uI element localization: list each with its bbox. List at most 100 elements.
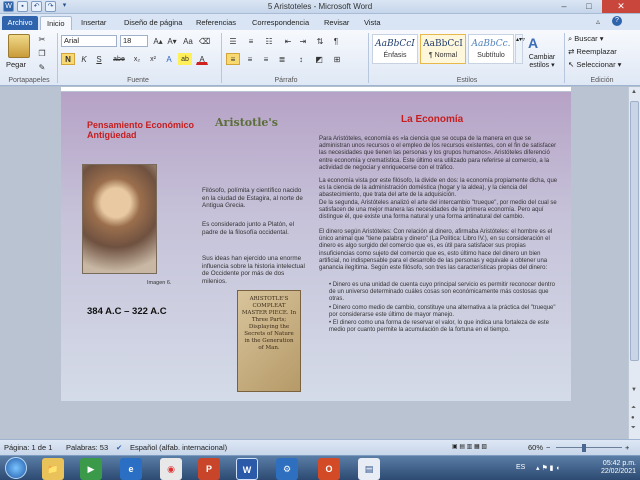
help-icon[interactable]: ? [612, 16, 622, 26]
format-painter-icon[interactable]: ✎ [36, 61, 48, 73]
scrollbar-thumb[interactable] [630, 101, 639, 361]
underline-button[interactable]: S [93, 53, 105, 65]
tab-revisar[interactable]: Revisar [318, 16, 355, 30]
group-label-paragraph: Párrafo [274, 77, 298, 84]
close-button[interactable]: ✕ [602, 0, 640, 13]
language-label[interactable]: Español (alfab. internacional) [130, 440, 227, 455]
change-case-button[interactable]: Aa [181, 35, 195, 47]
file-explorer-icon[interactable]: 📁 [42, 458, 64, 480]
word-count[interactable]: Palabras: 53 [66, 440, 108, 455]
economy-paragraph-3: De la segunda, Aristóteles analizó el ar… [319, 200, 557, 221]
tab-correspondencia[interactable]: Correspondencia [246, 16, 315, 30]
align-center-icon[interactable]: ≡ [243, 53, 257, 65]
bullet-text: Dinero como medio de cambio, constituye … [329, 304, 556, 318]
increase-indent-icon[interactable]: ⇥ [297, 35, 309, 47]
style-emphasis[interactable]: AaBbCcI Énfasis [372, 34, 418, 64]
style-preview: AaBbCcI [423, 39, 463, 49]
group-divider [368, 33, 369, 83]
italic-button[interactable]: K [78, 53, 90, 65]
tab-diseno-pagina[interactable]: Diseño de página [118, 16, 188, 30]
cut-icon[interactable]: ✂ [36, 33, 48, 45]
proofing-icon[interactable]: ✔ [116, 440, 122, 455]
shading-icon[interactable]: ◩ [312, 53, 326, 65]
tab-archivo[interactable]: Archivo [2, 16, 38, 30]
tray-icons[interactable]: ▴ ⚑ ▮ ◖ [536, 464, 560, 472]
tab-referencias[interactable]: Referencias [190, 16, 242, 30]
zoom-slider[interactable] [556, 447, 622, 448]
clear-format-icon[interactable]: ⌫ [198, 35, 210, 47]
zoom-level[interactable]: 60% [528, 440, 543, 455]
prev-page-icon[interactable]: ⏶ [631, 405, 636, 412]
aristotle-portrait-image[interactable] [82, 164, 157, 274]
media-player-icon[interactable]: ▶ [80, 458, 102, 480]
tab-insertar[interactable]: Insertar [75, 16, 112, 30]
font-size-combo[interactable]: 18 [120, 35, 148, 47]
superscript-button[interactable]: x² [146, 53, 160, 65]
book-cover-image[interactable]: ARISTOTLE'S COMPLEAT MASTER PIECE. In Th… [237, 290, 301, 392]
show-formatting-button[interactable]: ¶ [330, 35, 342, 47]
aristotle-title: Aristotle's [215, 116, 278, 129]
office-icon[interactable]: O [318, 458, 340, 480]
paste-button[interactable]: Pegar [6, 60, 26, 69]
align-right-icon[interactable]: ≡ [259, 53, 273, 65]
font-name-combo[interactable]: Arial [61, 35, 117, 47]
zoom-slider-thumb[interactable] [582, 444, 586, 452]
select-button[interactable]: ↖ Seleccionar ▾ [568, 60, 621, 69]
vertical-scrollbar[interactable]: ▲ ▼ ⏶ ● ⏷ [628, 87, 640, 439]
group-label-styles: Estilos [456, 77, 478, 84]
find-button[interactable]: ⌕ Buscar ▾ [568, 34, 604, 44]
style-normal[interactable]: AaBbCcI ¶ Normal [420, 34, 466, 64]
browse-object-icon[interactable]: ● [631, 415, 635, 421]
align-left-icon[interactable]: ≡ [226, 53, 240, 65]
previous-page-edge [61, 87, 571, 91]
zoom-out-icon[interactable]: − [546, 440, 550, 455]
network-icon[interactable]: ⚙ [276, 458, 298, 480]
document-icon[interactable]: ▤ [358, 458, 380, 480]
powerpoint-icon[interactable]: P [198, 458, 220, 480]
shrink-font-button[interactable]: A▾ [166, 35, 178, 47]
change-styles-button[interactable]: Cambiar estilos ▾ [522, 54, 562, 69]
copy-icon[interactable]: ❐ [36, 47, 48, 59]
subscript-button[interactable]: x₂ [130, 53, 144, 65]
scroll-up-icon[interactable]: ▲ [631, 89, 637, 95]
tab-vista[interactable]: Vista [358, 16, 387, 30]
chrome-icon[interactable]: ◉ [160, 458, 182, 480]
style-subtitle[interactable]: AaBbCc. Subtítulo [468, 34, 514, 64]
page-count[interactable]: Página: 1 de 1 [4, 440, 52, 455]
font-color-button[interactable]: A [196, 53, 208, 65]
minimize-button[interactable]: – [552, 0, 576, 13]
tab-inicio[interactable]: Inicio [40, 16, 72, 30]
taskbar: 📁 ▶ e ◉ P W ⚙ O ▤ ES ▴ ⚑ ▮ ◖ 05:42 p.m. … [0, 455, 640, 480]
view-buttons-icon[interactable]: ▣ ▤ ▥ ▦ ▧ [452, 440, 487, 455]
line-spacing-icon[interactable]: ↕ [294, 53, 308, 65]
next-page-icon[interactable]: ⏷ [631, 425, 636, 432]
start-button[interactable] [5, 457, 27, 479]
numbering-icon[interactable]: ≡ [244, 35, 258, 47]
sort-icon[interactable]: ⇅ [314, 35, 326, 47]
internet-explorer-icon[interactable]: e [120, 458, 142, 480]
replace-button[interactable]: ⇄ Reemplazar [568, 47, 617, 56]
document-page[interactable]: Pensamiento Económico Antigüedad Imagen … [61, 92, 571, 401]
zoom-in-icon[interactable]: + [625, 440, 629, 455]
replace-label: Reemplazar [576, 47, 617, 56]
bold-button[interactable]: N [61, 53, 75, 65]
justify-icon[interactable]: ≣ [275, 53, 289, 65]
strikethrough-button[interactable]: abe [110, 53, 128, 65]
decrease-indent-icon[interactable]: ⇤ [282, 35, 294, 47]
ribbon: Pegar ✂ ❐ ✎ Portapapeles Arial 18 A▴ A▾ … [0, 30, 640, 86]
highlight-button[interactable]: ab [178, 53, 192, 65]
borders-icon[interactable]: ⊞ [330, 53, 344, 65]
select-label: Seleccionar ▾ [576, 60, 622, 69]
change-styles-icon[interactable]: A [528, 36, 542, 50]
text-effects-button[interactable]: A [163, 53, 175, 65]
multilevel-list-icon[interactable]: ☷ [262, 35, 276, 47]
scroll-down-icon[interactable]: ▼ [631, 387, 637, 393]
minimize-ribbon-icon[interactable]: ▵ [596, 17, 600, 26]
maximize-button[interactable]: □ [577, 0, 601, 13]
language-indicator[interactable]: ES [516, 464, 525, 471]
paste-icon[interactable] [8, 34, 30, 58]
word-taskbar-icon[interactable]: W [236, 458, 258, 480]
bullets-icon[interactable]: ☰ [226, 35, 240, 47]
system-clock[interactable]: 05:42 p.m. 22/02/2021 [601, 460, 636, 476]
grow-font-button[interactable]: A▴ [152, 35, 164, 47]
